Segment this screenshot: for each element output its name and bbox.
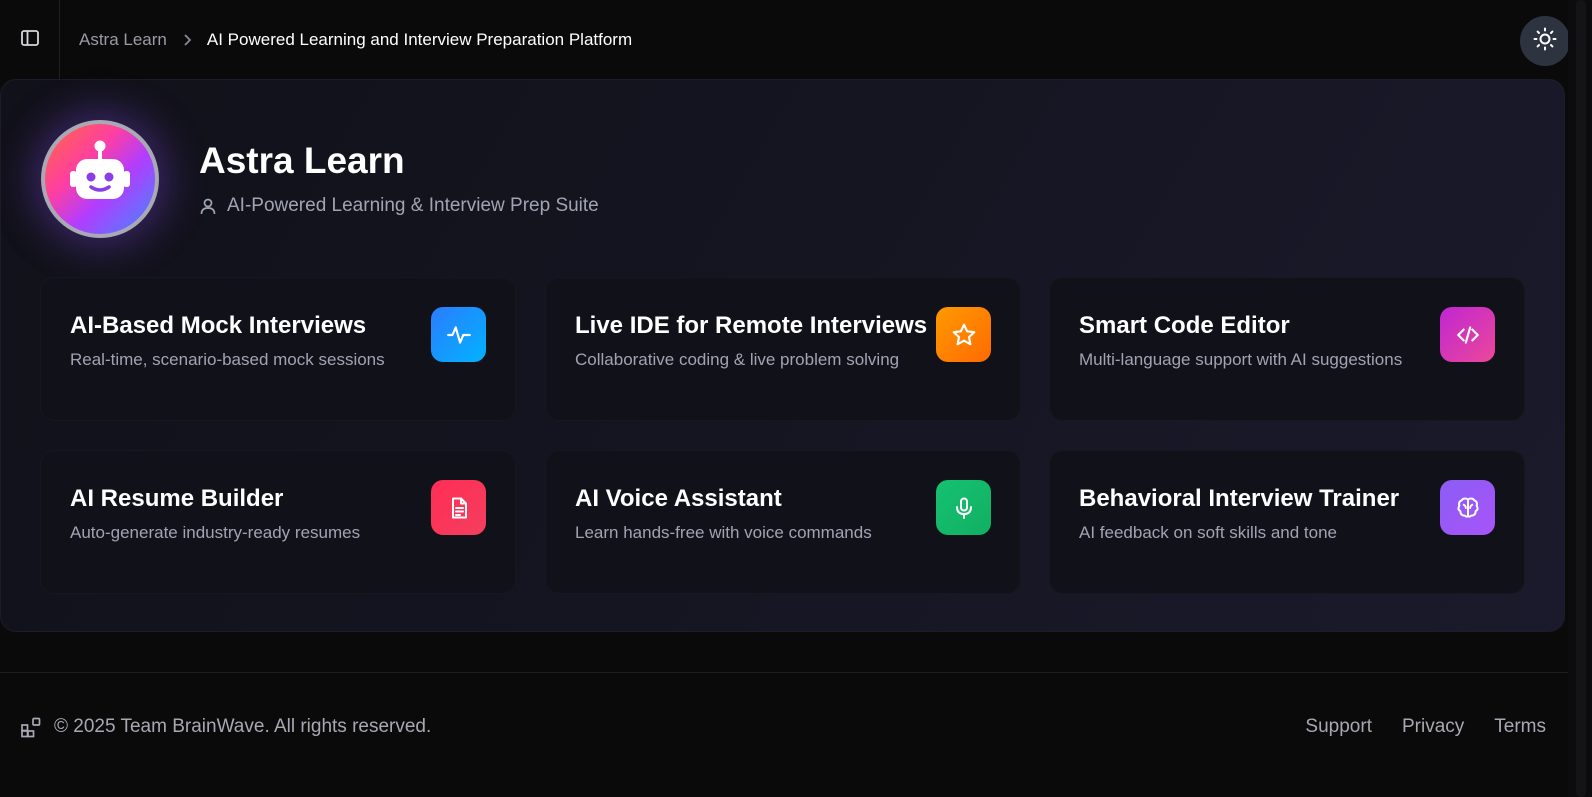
feature-title: AI Resume Builder — [70, 485, 284, 512]
feature-card-voice-assistant[interactable]: AI Voice Assistant Learn hands-free with… — [545, 450, 1021, 594]
footer-divider — [0, 672, 1568, 673]
breadcrumb-current: AI Powered Learning and Interview Prepar… — [206, 30, 633, 49]
copyright-text: © 2025 Team BrainWave. All rights reserv… — [54, 716, 432, 737]
chevron-right-icon — [183, 33, 193, 47]
feature-description: Real-time, scenario-based mock sessions — [70, 350, 385, 369]
feature-card-behavioral-trainer[interactable]: Behavioral Interview Trainer AI feedback… — [1049, 450, 1525, 594]
widgets-icon — [20, 716, 42, 738]
sun-icon — [1533, 27, 1557, 56]
terms-link[interactable]: Terms — [1494, 716, 1546, 738]
feature-description: AI feedback on soft skills and tone — [1079, 523, 1337, 542]
subtitle-text: AI-Powered Learning & Interview Prep Sui… — [227, 195, 599, 216]
footer-copyright: © 2025 Team BrainWave. All rights reserv… — [20, 716, 431, 738]
feature-title: AI-Based Mock Interviews — [70, 312, 367, 339]
star-icon — [936, 307, 991, 362]
feature-title: Live IDE for Remote Interviews — [575, 312, 928, 339]
page-subtitle: AI-Powered Learning & Interview Prep Sui… — [199, 195, 599, 217]
activity-icon — [431, 307, 486, 362]
privacy-link[interactable]: Privacy — [1402, 716, 1464, 738]
page-scrollbar[interactable] — [1568, 0, 1592, 797]
support-link[interactable]: Support — [1305, 716, 1372, 738]
feature-description: Multi-language support with AI suggestio… — [1079, 350, 1403, 369]
feature-card-live-ide[interactable]: Live IDE for Remote Interviews Collabora… — [545, 277, 1021, 421]
microphone-icon — [936, 480, 991, 535]
brain-icon — [1440, 480, 1495, 535]
user-icon — [199, 197, 217, 215]
feature-title: AI Voice Assistant — [575, 485, 782, 512]
feature-description: Auto-generate industry-ready resumes — [70, 523, 361, 542]
feature-card-mock-interviews[interactable]: AI-Based Mock Interviews Real-time, scen… — [40, 277, 516, 421]
footer-links: Support Privacy Terms — [1275, 716, 1546, 738]
feature-title: Behavioral Interview Trainer — [1079, 485, 1400, 512]
feature-description: Learn hands-free with voice commands — [575, 523, 872, 542]
document-icon — [431, 480, 486, 535]
sidebar-toggle-button[interactable] — [0, 0, 60, 80]
feature-card-resume-builder[interactable]: AI Resume Builder Auto-generate industry… — [40, 450, 516, 594]
avatar — [41, 120, 159, 238]
feature-description: Collaborative coding & live problem solv… — [575, 350, 900, 369]
hero-panel: Astra Learn AI-Powered Learning & Interv… — [0, 79, 1565, 632]
code-icon — [1440, 307, 1495, 362]
sidebar-panel-icon — [20, 28, 40, 53]
top-bar: Astra Learn AI Powered Learning and Inte… — [0, 0, 1568, 80]
feature-card-smart-code-editor[interactable]: Smart Code Editor Multi-language support… — [1049, 277, 1525, 421]
robot-icon — [60, 137, 140, 222]
page-title: Astra Learn — [199, 140, 405, 181]
breadcrumb: Astra Learn AI Powered Learning and Inte… — [60, 30, 632, 50]
feature-title: Smart Code Editor — [1079, 312, 1290, 339]
scrollbar-thumb[interactable] — [1576, 0, 1586, 797]
theme-toggle-button[interactable] — [1520, 16, 1570, 66]
breadcrumb-root-link[interactable]: Astra Learn — [79, 30, 167, 50]
